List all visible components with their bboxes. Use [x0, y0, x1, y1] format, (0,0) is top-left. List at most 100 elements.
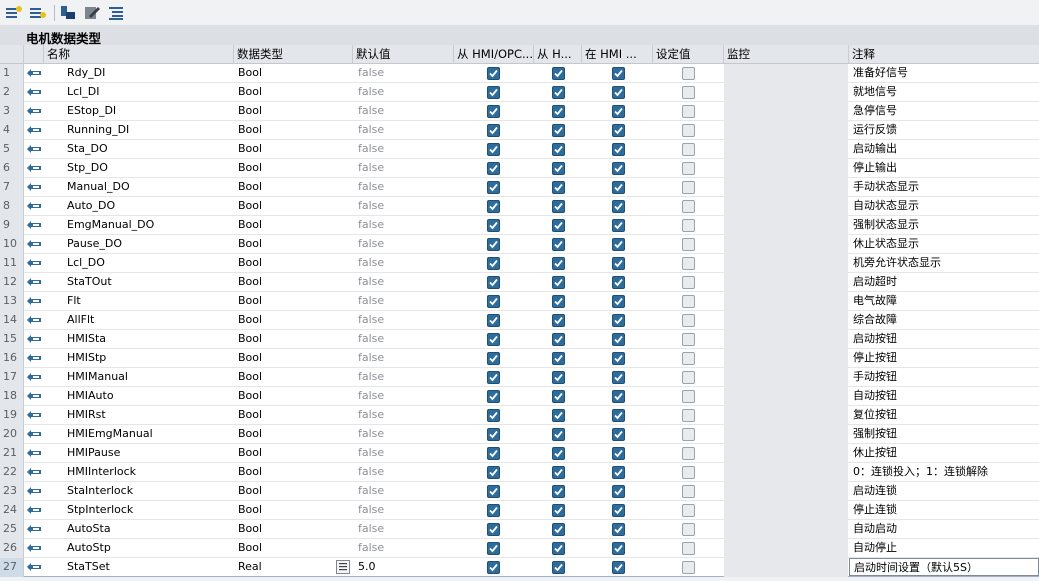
tag-comment[interactable]: 自动按钮 [849, 387, 1039, 405]
tag-datatype[interactable]: Bool [238, 235, 353, 253]
row-number[interactable]: 11 [0, 254, 24, 273]
tag-comment[interactable]: 就地信号 [849, 83, 1039, 101]
tag-default-value[interactable]: false [358, 387, 450, 405]
tag-default-value[interactable]: false [358, 292, 450, 310]
tag-name[interactable]: StaTSet [67, 558, 233, 576]
table-row[interactable]: 16 HMIStp Bool false 停止按钮 [0, 349, 1039, 368]
table-row[interactable]: 21 HMIPause Bool false 休止按钮 [0, 444, 1039, 463]
tag-name[interactable]: Auto_DO [67, 197, 233, 215]
setpoint-checkbox[interactable] [681, 104, 695, 118]
tag-datatype[interactable]: Bool [238, 425, 353, 443]
hmi-opc-checkbox[interactable] [486, 370, 500, 384]
table-row[interactable]: 12 StaTOut Bool false 启动超时 [0, 273, 1039, 292]
tag-datatype[interactable]: Bool [238, 254, 353, 272]
hmi-h-checkbox[interactable] [551, 427, 565, 441]
tag-name[interactable]: HMIPause [67, 444, 233, 462]
hmi-opc-checkbox[interactable] [486, 256, 500, 270]
row-number[interactable]: 12 [0, 273, 24, 292]
hmi-h-checkbox[interactable] [551, 85, 565, 99]
hmi-h-checkbox[interactable] [551, 503, 565, 517]
hmi-h-checkbox[interactable] [551, 332, 565, 346]
table-row[interactable]: 17 HMIManual Bool false 手动按钮 [0, 368, 1039, 387]
tag-name[interactable]: HMIRst [67, 406, 233, 424]
row-number[interactable]: 21 [0, 444, 24, 463]
tag-name[interactable]: Lcl_DO [67, 254, 233, 272]
table-row[interactable]: 5 Sta_DO Bool false 启动输出 [0, 140, 1039, 159]
tag-name[interactable]: StpInterlock [67, 501, 233, 519]
in-hmi-checkbox[interactable] [611, 332, 625, 346]
setpoint-checkbox[interactable] [681, 66, 695, 80]
tag-name[interactable]: Manual_DO [67, 178, 233, 196]
table-row[interactable]: 3 EStop_DI Bool false 急停信号 [0, 102, 1039, 121]
header-default[interactable]: 默认值 [353, 45, 454, 64]
hmi-opc-checkbox[interactable] [486, 465, 500, 479]
row-number[interactable]: 14 [0, 311, 24, 330]
setpoint-checkbox[interactable] [681, 256, 695, 270]
table-row[interactable]: 25 AutoSta Bool false 自动启动 [0, 520, 1039, 539]
hmi-h-checkbox[interactable] [551, 237, 565, 251]
row-number[interactable]: 6 [0, 159, 24, 178]
in-hmi-checkbox[interactable] [611, 161, 625, 175]
in-hmi-checkbox[interactable] [611, 66, 625, 80]
tag-default-value[interactable]: false [358, 64, 450, 82]
in-hmi-checkbox[interactable] [611, 218, 625, 232]
table-row[interactable]: 15 HMISta Bool false 启动按钮 [0, 330, 1039, 349]
tag-comment[interactable]: 复位按钮 [849, 406, 1039, 424]
setpoint-checkbox[interactable] [681, 123, 695, 137]
tag-comment[interactable]: 自动停止 [849, 539, 1039, 557]
tag-name[interactable]: Running_DI [67, 121, 233, 139]
tag-datatype[interactable]: Bool [238, 102, 353, 120]
hmi-opc-checkbox[interactable] [486, 85, 500, 99]
in-hmi-checkbox[interactable] [611, 142, 625, 156]
tag-datatype[interactable]: Bool [238, 539, 353, 557]
setpoint-checkbox[interactable] [681, 313, 695, 327]
tag-default-value[interactable]: false [358, 425, 450, 443]
hmi-h-checkbox[interactable] [551, 560, 565, 574]
setpoint-checkbox[interactable] [681, 237, 695, 251]
row-number[interactable]: 7 [0, 178, 24, 197]
tag-name[interactable]: AutoStp [67, 539, 233, 557]
tag-datatype[interactable]: Bool [238, 349, 353, 367]
tag-name[interactable]: Stp_DO [67, 159, 233, 177]
table-row[interactable]: 9 EmgManual_DO Bool false 强制状态显示 [0, 216, 1039, 235]
table-row[interactable]: 13 Flt Bool false 电气故障 [0, 292, 1039, 311]
hmi-opc-checkbox[interactable] [486, 218, 500, 232]
hmi-h-checkbox[interactable] [551, 256, 565, 270]
tag-comment[interactable]: 休止按钮 [849, 444, 1039, 462]
tag-datatype[interactable]: Bool [238, 368, 353, 386]
table-row[interactable]: 8 Auto_DO Bool false 自动状态显示 [0, 197, 1039, 216]
tag-default-value[interactable]: false [358, 311, 450, 329]
table-row[interactable]: 11 Lcl_DO Bool false 机旁允许状态显示 [0, 254, 1039, 273]
setpoint-checkbox[interactable] [681, 446, 695, 460]
hmi-h-checkbox[interactable] [551, 541, 565, 555]
hmi-opc-checkbox[interactable] [486, 560, 500, 574]
tree-view-icon[interactable] [106, 3, 126, 23]
tag-comment[interactable]: 准备好信号 [849, 64, 1039, 82]
header-hmi-h[interactable]: 从 H... [534, 45, 582, 64]
table-row[interactable]: 4 Running_DI Bool false 运行反馈 [0, 121, 1039, 140]
row-number[interactable]: 23 [0, 482, 24, 501]
hmi-h-checkbox[interactable] [551, 123, 565, 137]
in-hmi-checkbox[interactable] [611, 237, 625, 251]
tag-name[interactable]: HMIEmgManual [67, 425, 233, 443]
tag-comment[interactable]: 启动超时 [849, 273, 1039, 291]
hmi-opc-checkbox[interactable] [486, 408, 500, 422]
tag-default-value[interactable]: false [358, 444, 450, 462]
tag-name[interactable]: Pause_DO [67, 235, 233, 253]
hmi-h-checkbox[interactable] [551, 370, 565, 384]
hmi-h-checkbox[interactable] [551, 104, 565, 118]
in-hmi-checkbox[interactable] [611, 446, 625, 460]
tag-comment[interactable]: 启动连锁 [849, 482, 1039, 500]
tag-comment[interactable]: 停止按钮 [849, 349, 1039, 367]
tag-default-value[interactable]: 5.0 [358, 558, 450, 576]
tag-default-value[interactable]: false [358, 102, 450, 120]
setpoint-checkbox[interactable] [681, 199, 695, 213]
tag-default-value[interactable]: false [358, 254, 450, 272]
tag-name[interactable]: HMIManual [67, 368, 233, 386]
setpoint-checkbox[interactable] [681, 465, 695, 479]
tag-datatype[interactable]: Bool [238, 64, 353, 82]
hmi-h-checkbox[interactable] [551, 408, 565, 422]
tag-comment[interactable]: 0：连锁投入；1：连锁解除 [849, 463, 1039, 481]
tag-comment[interactable]: 综合故障 [849, 311, 1039, 329]
tag-datatype[interactable]: Bool [238, 482, 353, 500]
